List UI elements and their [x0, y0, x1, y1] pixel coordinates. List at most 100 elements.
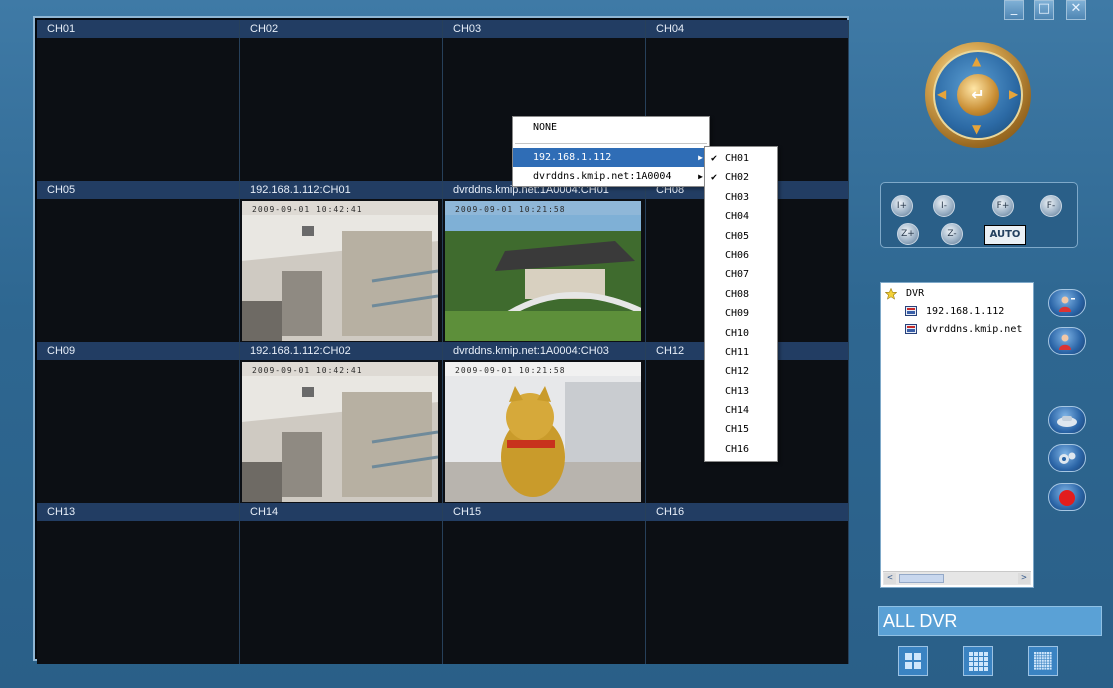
channel-cell[interactable]: CH02 — [240, 20, 443, 181]
channel-submenu: ✔ CH01 ✔ CH02 CH03 CH04 CH05 CH06 CH07 CH08 CH09 CH… — [704, 146, 778, 463]
channel-title: CH15 — [443, 503, 645, 521]
menu-item-label: 192.168.1.112 — [533, 152, 612, 163]
check-icon: ✔ — [711, 153, 718, 164]
dvr-device-icon — [905, 324, 917, 334]
dvr-tree: DVR 192.168.1.112 dvrddns.kmip.net < > — [880, 282, 1034, 588]
channel-video-area — [37, 38, 239, 181]
channel-title: CH02 — [240, 20, 442, 38]
tree-item-dvr-2[interactable]: dvrddns.kmip.net — [905, 323, 1022, 337]
channel-cell[interactable]: CH13 — [37, 503, 240, 664]
channel-menu-item[interactable]: CH09 — [705, 304, 777, 323]
channel-title: CH03 — [443, 20, 645, 38]
channel-cell[interactable]: 192.168.1.112:CH02 2009-09-01 10:42:41 — [240, 342, 443, 503]
channel-menu-label: CH08 — [725, 288, 750, 300]
ptz-left-icon[interactable]: ◀ — [937, 87, 946, 101]
channel-title: CH14 — [240, 503, 442, 521]
ptz-down-icon[interactable]: ▼ — [972, 122, 981, 136]
layout-full-button[interactable] — [1028, 646, 1058, 676]
menu-item-none[interactable]: NONE — [513, 117, 709, 139]
camera-feed: 2009-09-01 10:21:58 — [445, 362, 641, 502]
iris-close-button[interactable]: I- — [933, 195, 955, 217]
connect-dvr-button[interactable] — [1048, 289, 1086, 317]
zoom-out-button[interactable]: Z- — [941, 223, 963, 245]
channel-menu-item[interactable]: CH15 — [705, 420, 777, 439]
channel-menu-item[interactable]: CH16 — [705, 440, 777, 459]
settings-button[interactable] — [1048, 444, 1086, 472]
menu-item-dvr-2[interactable]: dvrddns.kmip.net:1A0004 ▶ — [513, 167, 709, 186]
channel-video-area — [443, 521, 645, 664]
disconnect-dvr-button[interactable] — [1048, 327, 1086, 355]
tree-item-dvr-1[interactable]: 192.168.1.112 — [905, 305, 1004, 319]
record-button[interactable] — [1048, 483, 1086, 511]
channel-title: CH01 — [37, 20, 239, 38]
capture-button[interactable] — [1048, 406, 1086, 434]
osd-timestamp: 2009-09-01 10:21:58 — [455, 205, 566, 214]
person-remove-icon — [1059, 334, 1071, 350]
ptz-up-icon[interactable]: ▲ — [972, 54, 981, 68]
channel-menu-item[interactable]: CH10 — [705, 324, 777, 343]
channel-video-area — [37, 360, 239, 503]
channel-menu-label: CH05 — [725, 230, 750, 242]
person-add-icon — [1059, 296, 1075, 312]
channel-menu-item[interactable]: ✔ CH02 — [705, 168, 777, 187]
channel-video-area — [646, 521, 848, 664]
channel-cell[interactable]: dvrddns.kmip.net:1A0004:CH03 2009-09-01 1… — [443, 342, 646, 503]
channel-menu-item[interactable]: CH04 — [705, 207, 777, 226]
channel-cell[interactable]: CH15 — [443, 503, 646, 664]
channel-menu-label: CH12 — [725, 366, 750, 378]
focus-near-button[interactable]: F+ — [992, 195, 1014, 217]
channel-menu-item[interactable]: CH05 — [705, 227, 777, 246]
channel-video-area — [240, 38, 442, 181]
channel-menu-item[interactable]: ✔ CH01 — [705, 149, 777, 168]
channel-cell[interactable]: CH09 — [37, 342, 240, 503]
tree-root[interactable]: DVR — [884, 287, 924, 301]
channel-cell[interactable]: CH01 — [37, 20, 240, 181]
zoom-in-button[interactable]: Z+ — [897, 223, 919, 245]
camera-feed: 2009-09-01 10:21:58 — [445, 201, 641, 341]
layout-4-button[interactable] — [898, 646, 928, 676]
channel-cell[interactable]: CH14 — [240, 503, 443, 664]
channel-cell[interactable]: CH05 — [37, 181, 240, 342]
channel-cell[interactable]: CH16 — [646, 503, 849, 664]
minimize-button[interactable]: _ — [1004, 0, 1024, 20]
channel-menu-item[interactable]: CH03 — [705, 188, 777, 207]
channel-menu-item[interactable]: CH12 — [705, 362, 777, 381]
horizontal-scrollbar[interactable]: < > — [883, 571, 1031, 585]
menu-item-dvr-1[interactable]: 192.168.1.112 ▶ — [513, 148, 709, 167]
channel-title: CH05 — [37, 181, 239, 199]
focus-far-button[interactable]: F- — [1040, 195, 1062, 217]
menu-item-label: dvrddns.kmip.net:1A0004 — [533, 171, 672, 182]
dvr-context-menu: NONE 192.168.1.112 ▶ dvrddns.kmip.net:1A… — [512, 116, 710, 187]
tree-item-label: 192.168.1.112 — [926, 306, 1005, 317]
channel-video-area — [240, 521, 442, 664]
channel-menu-label: CH09 — [725, 308, 750, 320]
channel-menu-label: CH07 — [725, 269, 750, 281]
channel-menu-item[interactable]: CH11 — [705, 343, 777, 362]
camera-feed: 2009-09-01 10:42:41 — [242, 362, 438, 502]
grid-dense-icon — [1034, 652, 1052, 670]
channel-menu-item[interactable]: CH07 — [705, 265, 777, 284]
channel-menu-item[interactable]: CH08 — [705, 285, 777, 304]
channel-cell[interactable]: 192.168.1.112:CH01 2009-09-01 10:42:41 — [240, 181, 443, 342]
layout-16-button[interactable] — [963, 646, 993, 676]
scroll-left-icon[interactable]: < — [884, 573, 896, 584]
ptz-enter-button[interactable]: ↵ — [957, 74, 999, 116]
scroll-right-icon[interactable]: > — [1018, 573, 1030, 584]
channel-title: CH16 — [646, 503, 848, 521]
channel-menu-item[interactable]: CH14 — [705, 401, 777, 420]
ptz-right-icon[interactable]: ▶ — [1009, 87, 1018, 101]
channel-menu-item[interactable]: CH06 — [705, 246, 777, 265]
channel-menu-item[interactable]: CH13 — [705, 382, 777, 401]
tree-item-label: dvrddns.kmip.net — [926, 324, 1023, 335]
channel-cell[interactable]: dvrddns.kmip.net:1A0004:CH01 2009-09-01 1… — [443, 181, 646, 342]
channel-menu-label: CH04 — [725, 211, 750, 223]
scroll-thumb[interactable] — [899, 574, 944, 583]
iris-open-button[interactable]: I+ — [891, 195, 913, 217]
star-folder-icon — [884, 287, 898, 300]
camera-icon — [1057, 415, 1077, 427]
maximize-button[interactable]: □ — [1034, 0, 1054, 20]
channel-title: CH13 — [37, 503, 239, 521]
close-button[interactable]: ✕ — [1066, 0, 1086, 20]
auto-button[interactable]: AUTO — [984, 225, 1026, 245]
ptz-control: ▲ ▼ ◀ ▶ ↵ — [925, 42, 1031, 148]
